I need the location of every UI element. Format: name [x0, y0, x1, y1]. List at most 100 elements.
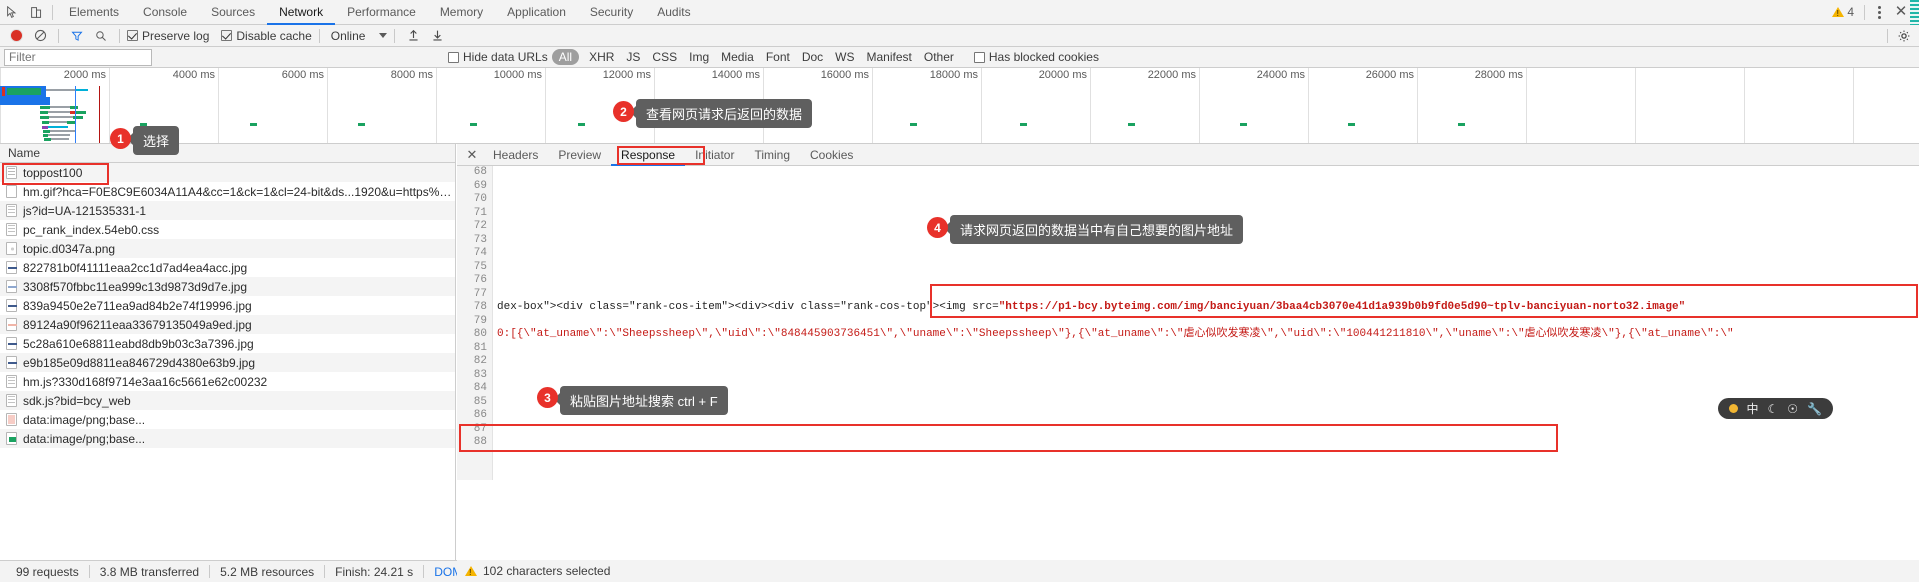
- line-number: 69: [473, 179, 487, 192]
- filter-type-ws[interactable]: WS: [829, 50, 860, 64]
- overview-tick-label: 24000 ms: [1256, 69, 1305, 81]
- throttle-select[interactable]: Online: [327, 29, 388, 43]
- moon-icon[interactable]: ☾: [1768, 402, 1779, 416]
- line-number: 82: [473, 355, 487, 367]
- wrench-icon[interactable]: 🔧: [1807, 402, 1822, 416]
- overview-tick-label: 18000 ms: [929, 69, 978, 81]
- request-name: data:image/png;base...: [23, 431, 146, 446]
- tab-audits[interactable]: Audits: [645, 0, 702, 25]
- annotation-badge-1: 1: [110, 128, 131, 149]
- code-78-image-url: "https://p1-bcy.byteimg.com/img/banciyua…: [998, 301, 1686, 313]
- response-code-viewer[interactable]: 68 69 70 71 72 73 74 75 76 77 78 79 80 8…: [457, 166, 1919, 480]
- table-row[interactable]: 839a9450e2e711ea9ad84b2e74f19996.jpg: [0, 296, 455, 315]
- script-icon: [6, 204, 17, 217]
- status-finish: Finish: 24.21 s: [335, 564, 414, 579]
- tab-timing[interactable]: Timing: [744, 144, 800, 166]
- table-row[interactable]: e9b185e09d8811ea846729d4380e63b9.jpg: [0, 353, 455, 372]
- tab-initiator[interactable]: Initiator: [685, 144, 744, 166]
- table-row[interactable]: js?id=UA-121535331-1: [0, 201, 455, 220]
- table-row[interactable]: pc_rank_index.54eb0.css: [0, 220, 455, 239]
- filter-type-doc[interactable]: Doc: [796, 50, 829, 64]
- control-divider-2: [119, 28, 120, 43]
- tab-preview[interactable]: Preview: [548, 144, 611, 166]
- timeline-overview[interactable]: 2000 ms 4000 ms 6000 ms 8000 ms 10000 ms…: [0, 68, 1919, 144]
- device-toolbar-icon[interactable]: [24, 0, 48, 24]
- keyboard-icon[interactable]: ☉: [1787, 402, 1798, 416]
- status-requests: 99 requests: [16, 564, 79, 579]
- hide-data-urls-checkbox[interactable]: Hide data URLs: [448, 50, 548, 64]
- line-number: 70: [473, 193, 487, 205]
- filter-type-all[interactable]: All: [551, 49, 580, 65]
- tab-security[interactable]: Security: [578, 0, 645, 25]
- table-row[interactable]: topic.d0347a.png: [0, 239, 455, 258]
- search-icon[interactable]: [90, 26, 112, 46]
- table-row[interactable]: toppost100: [0, 163, 455, 182]
- line-number: 87: [473, 422, 487, 435]
- overview-tick-label: 14000 ms: [711, 69, 760, 81]
- record-dot-icon[interactable]: [5, 26, 27, 46]
- upload-arrow-icon[interactable]: [402, 26, 424, 46]
- tab-headers[interactable]: Headers: [483, 144, 548, 166]
- clear-no-entry-icon[interactable]: [29, 26, 51, 46]
- request-name: e9b185e09d8811ea846729d4380e63b9.jpg: [23, 355, 256, 370]
- tab-cookies[interactable]: Cookies: [800, 144, 863, 166]
- table-row[interactable]: data:image/png;base...: [0, 429, 455, 448]
- table-row[interactable]: 3308f570fbbc11ea999c13d9873d9d7e.jpg: [0, 277, 455, 296]
- overview-tick-label: 20000 ms: [1038, 69, 1087, 81]
- filter-type-xhr[interactable]: XHR: [583, 50, 620, 64]
- filter-type-font[interactable]: Font: [760, 50, 796, 64]
- download-arrow-icon[interactable]: [426, 26, 448, 46]
- column-header-name[interactable]: Name: [0, 144, 455, 163]
- tab-performance[interactable]: Performance: [335, 0, 428, 25]
- table-row[interactable]: hm.gif?hca=F0E8C9E6034A11A4&cc=1&ck=1&cl…: [0, 182, 455, 201]
- code-lines: dex-box"><div class="rank-cos-item"><div…: [497, 166, 1919, 480]
- has-blocked-cookies-checkbox[interactable]: Has blocked cookies: [973, 50, 1099, 64]
- preserve-log-checkbox[interactable]: Preserve log: [127, 29, 209, 43]
- funnel-icon[interactable]: [66, 26, 88, 46]
- tab-network[interactable]: Network: [267, 0, 335, 25]
- tab-memory[interactable]: Memory: [428, 0, 495, 25]
- disable-cache-checkbox[interactable]: Disable cache: [221, 29, 312, 43]
- table-row[interactable]: 822781b0f41111eaa2cc1d7ad4ea4acc.jpg: [0, 258, 455, 277]
- request-detail-panel: ✕ Headers Preview Response Initiator Tim…: [457, 144, 1919, 582]
- filter-type-css[interactable]: CSS: [646, 50, 683, 64]
- overview-waterfall: [0, 86, 1919, 143]
- tab-sources[interactable]: Sources: [199, 0, 267, 25]
- filter-type-img[interactable]: Img: [683, 50, 715, 64]
- image-icon: [6, 413, 17, 426]
- request-name: toppost100: [23, 165, 83, 180]
- tab-application[interactable]: Application: [495, 0, 578, 25]
- tab-console[interactable]: Console: [131, 0, 199, 25]
- filter-input[interactable]: [4, 48, 152, 66]
- table-row[interactable]: 89124a90f96211eaa33679135049a9ed.jpg: [0, 315, 455, 334]
- devtools-main-tabbar: Elements Console Sources Network Perform…: [0, 0, 1919, 52]
- annotation-bubble-3: 粘贴图片地址搜索 ctrl + F: [554, 386, 728, 415]
- filter-type-media[interactable]: Media: [715, 50, 760, 64]
- request-name: 89124a90f96211eaa33679135049a9ed.jpg: [23, 317, 252, 332]
- filter-type-js[interactable]: JS: [620, 50, 646, 64]
- control-divider-5: [1887, 28, 1888, 43]
- table-row[interactable]: data:image/png;base...: [0, 410, 455, 429]
- table-row[interactable]: hm.js?330d168f9714e3aa16c5661e62c00232: [0, 372, 455, 391]
- close-icon[interactable]: ✕: [461, 147, 483, 163]
- ime-indicator[interactable]: 中 ☾ ☉ 🔧: [1717, 398, 1833, 419]
- line-number: 71: [473, 206, 487, 219]
- inspect-element-icon[interactable]: [0, 0, 24, 24]
- table-row[interactable]: 5c28a610e68811eabd8db9b03c3a7396.jpg: [0, 334, 455, 353]
- image-icon: [6, 299, 17, 312]
- control-divider-1: [58, 28, 59, 43]
- filter-type-manifest[interactable]: Manifest: [861, 50, 918, 64]
- gear-icon[interactable]: [1893, 26, 1915, 46]
- tab-elements[interactable]: Elements: [57, 0, 131, 25]
- warning-badge[interactable]: 4: [1832, 5, 1860, 19]
- kebab-menu-icon[interactable]: [1869, 5, 1889, 19]
- filter-type-other[interactable]: Other: [918, 50, 960, 64]
- table-row[interactable]: sdk.js?bid=bcy_web: [0, 391, 455, 410]
- tab-response[interactable]: Response: [611, 144, 685, 166]
- ime-lang[interactable]: 中: [1747, 400, 1759, 417]
- ime-status-dot-icon: [1728, 404, 1738, 413]
